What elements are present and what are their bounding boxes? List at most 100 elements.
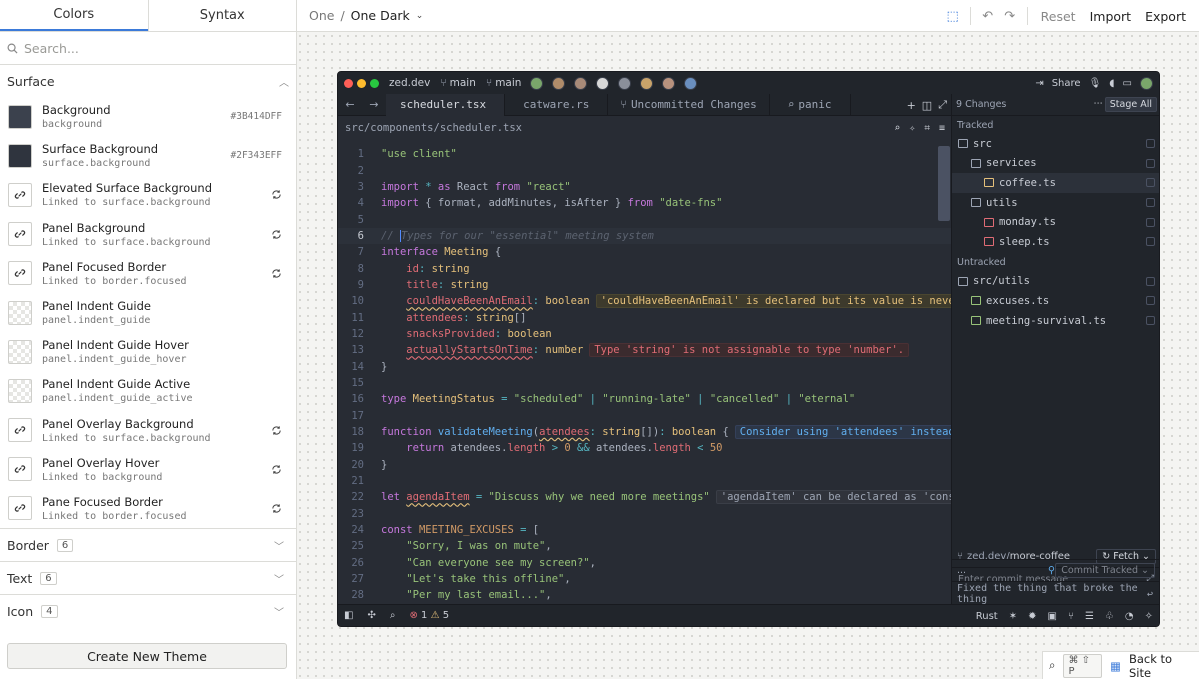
color-swatch-transparent[interactable] (8, 339, 32, 364)
stage-checkbox[interactable] (1146, 276, 1155, 286)
token-hex-value[interactable]: #3B414DFF (231, 97, 282, 136)
tab-catware[interactable]: catware.rs (505, 93, 609, 116)
stage-checkbox[interactable] (1146, 217, 1155, 227)
stage-all-button[interactable]: Stage All (1104, 97, 1157, 112)
crumb-current[interactable]: One Dark (351, 8, 410, 23)
stage-checkbox[interactable] (1146, 316, 1155, 326)
ai-sparkle-icon[interactable]: ✶ (1009, 611, 1017, 622)
user-avatar[interactable] (1140, 76, 1153, 90)
color-token-row[interactable]: Panel Overlay Background Linked to surfac… (0, 411, 296, 450)
speaker-icon[interactable]: ◖ (1109, 78, 1114, 89)
search-icon[interactable]: ⌕ (390, 610, 396, 621)
token-hex-value[interactable]: #2F343EFF (231, 136, 282, 175)
undo-icon[interactable]: ↶ (977, 5, 999, 27)
git-folder-row[interactable]: src (952, 134, 1159, 154)
split-icon[interactable]: ⌗ (924, 123, 930, 134)
breadcrumb[interactable]: One / One Dark ⌄ (309, 8, 423, 23)
create-theme-button[interactable]: Create New Theme (7, 643, 287, 669)
error-diagnostic[interactable]: Type 'string' is not assignable to type … (589, 343, 910, 358)
microphone-icon[interactable]: 🎙︎ (1089, 78, 1102, 89)
avatar[interactable] (530, 76, 544, 90)
git-file-row[interactable]: excuses.ts (952, 291, 1159, 311)
branch-name[interactable]: main (450, 77, 476, 89)
color-swatch-transparent[interactable] (8, 378, 32, 403)
unlink-icon[interactable] (271, 489, 282, 528)
avatar[interactable] (684, 76, 698, 90)
avatar[interactable] (596, 76, 610, 90)
debug-icon[interactable]: ✣ (367, 610, 375, 621)
tab-syntax[interactable]: Syntax (147, 0, 297, 31)
section-icon-header[interactable]: Icon 4 ﹀ (0, 594, 296, 627)
import-button[interactable]: Import (1083, 9, 1139, 24)
share-button[interactable]: Share (1052, 78, 1081, 89)
tab-uncommitted-changes[interactable]: ⑂ Uncommitted Changes (608, 93, 770, 116)
git-file-row[interactable]: coffee.ts (952, 173, 1159, 193)
forward-arrow-icon[interactable]: → (362, 98, 386, 111)
color-token-row[interactable]: Panel Indent Guide panel.indent_guide (0, 293, 296, 332)
minimize-window-dot[interactable] (357, 78, 366, 88)
color-swatch-linked[interactable] (8, 182, 32, 207)
color-swatch-linked[interactable] (8, 457, 32, 482)
diagnostics-summary[interactable]: ⊗ 1 ⚠ 5 (409, 610, 449, 621)
color-token-row[interactable]: Panel Focused Border Linked to border.foc… (0, 254, 296, 293)
color-token-row[interactable]: Panel Overlay Hover Linked to background (0, 450, 296, 489)
color-swatch[interactable] (8, 104, 32, 129)
file-path[interactable]: src/components/scheduler.tsx (345, 122, 522, 134)
git-file-row[interactable]: meeting-survival.ts (952, 311, 1159, 331)
search-input[interactable]: Search... (24, 41, 79, 56)
stage-checkbox[interactable] (1146, 237, 1155, 247)
section-surface-header[interactable]: Surface ︿ (0, 65, 296, 97)
chat-icon[interactable]: ☰ (1085, 611, 1094, 622)
user-icon[interactable]: ⚲ (1048, 565, 1055, 576)
sidebar-toggle-icon[interactable]: ◧ (344, 610, 353, 621)
assistant-icon[interactable]: ✧ (1145, 611, 1153, 622)
color-token-row[interactable]: Surface Background surface.background #2F3… (0, 136, 296, 175)
bug-icon[interactable]: ✹ (1028, 611, 1036, 622)
git-folder-row[interactable]: services (952, 154, 1159, 174)
color-swatch-linked[interactable] (8, 496, 32, 521)
color-token-row[interactable]: Pane Focused Border Linked to border.focu… (0, 489, 296, 528)
back-arrow-icon[interactable]: ← (338, 98, 362, 111)
git-folder-row[interactable]: src/utils (952, 272, 1159, 292)
focus-mode-icon[interactable]: ⬚ (942, 5, 964, 27)
stage-checkbox[interactable] (1146, 139, 1155, 149)
commit-tracked-button[interactable]: Commit Tracked ⌄ (1055, 563, 1155, 578)
branch-name[interactable]: main (495, 77, 521, 89)
color-token-row[interactable]: Background background #3B414DFF (0, 97, 296, 136)
color-token-row[interactable]: Panel Background Linked to surface.backgr… (0, 215, 296, 254)
settings-sliders-icon[interactable]: ≡ (939, 123, 945, 134)
stage-checkbox[interactable] (1146, 178, 1155, 188)
crumb-parent[interactable]: One (309, 8, 334, 23)
git-file-row[interactable]: monday.ts (952, 212, 1159, 232)
code-editor[interactable]: 1 "use client" 2 3 import * as React from … (338, 146, 951, 605)
unlink-icon[interactable] (271, 175, 282, 214)
magic-wand-icon[interactable]: ✧ (909, 123, 915, 134)
color-swatch-linked[interactable] (8, 222, 32, 247)
back-to-site-link[interactable]: Back to Site (1129, 652, 1193, 679)
avatar[interactable] (552, 76, 566, 90)
close-window-dot[interactable] (344, 78, 353, 88)
git-folder-row[interactable]: utils (952, 193, 1159, 213)
color-swatch-linked[interactable] (8, 261, 32, 286)
stage-checkbox[interactable] (1146, 296, 1155, 306)
unlink-icon[interactable] (271, 411, 282, 450)
tab-scheduler[interactable]: scheduler.tsx (386, 93, 506, 116)
color-token-row[interactable]: Panel Indent Guide Hover panel.indent_gui… (0, 332, 296, 371)
editor-scrollbar[interactable] (938, 146, 950, 221)
info-diagnostic[interactable]: 'agendaItem' can be declared as 'const' … (715, 490, 951, 505)
search-icon[interactable]: ⌕ (894, 123, 900, 134)
section-border-header[interactable]: Border 6 ﹀ (0, 528, 296, 561)
chevron-down-icon[interactable]: ⌄ (416, 11, 424, 21)
more-button[interactable]: ... (957, 565, 966, 576)
tab-panic[interactable]: ⌕ panic (770, 93, 851, 116)
language-selector[interactable]: Rust (976, 611, 998, 622)
split-pane-icon[interactable]: ◫ (922, 99, 932, 112)
section-text-header[interactable]: Text 6 ﹀ (0, 561, 296, 594)
avatar[interactable] (574, 76, 588, 90)
hint-diagnostic[interactable]: Consider using 'attendees' instead of 'a (734, 425, 951, 440)
collab-icon[interactable]: ♧ (1105, 611, 1114, 622)
git-icon[interactable]: ⑂ (1068, 611, 1074, 622)
last-commit-message[interactable]: Fixed the thing that broke the thing (957, 583, 1155, 605)
color-token-row[interactable]: Panel Indent Guide Active panel.indent_gu… (0, 371, 296, 410)
unlink-icon[interactable] (271, 450, 282, 489)
